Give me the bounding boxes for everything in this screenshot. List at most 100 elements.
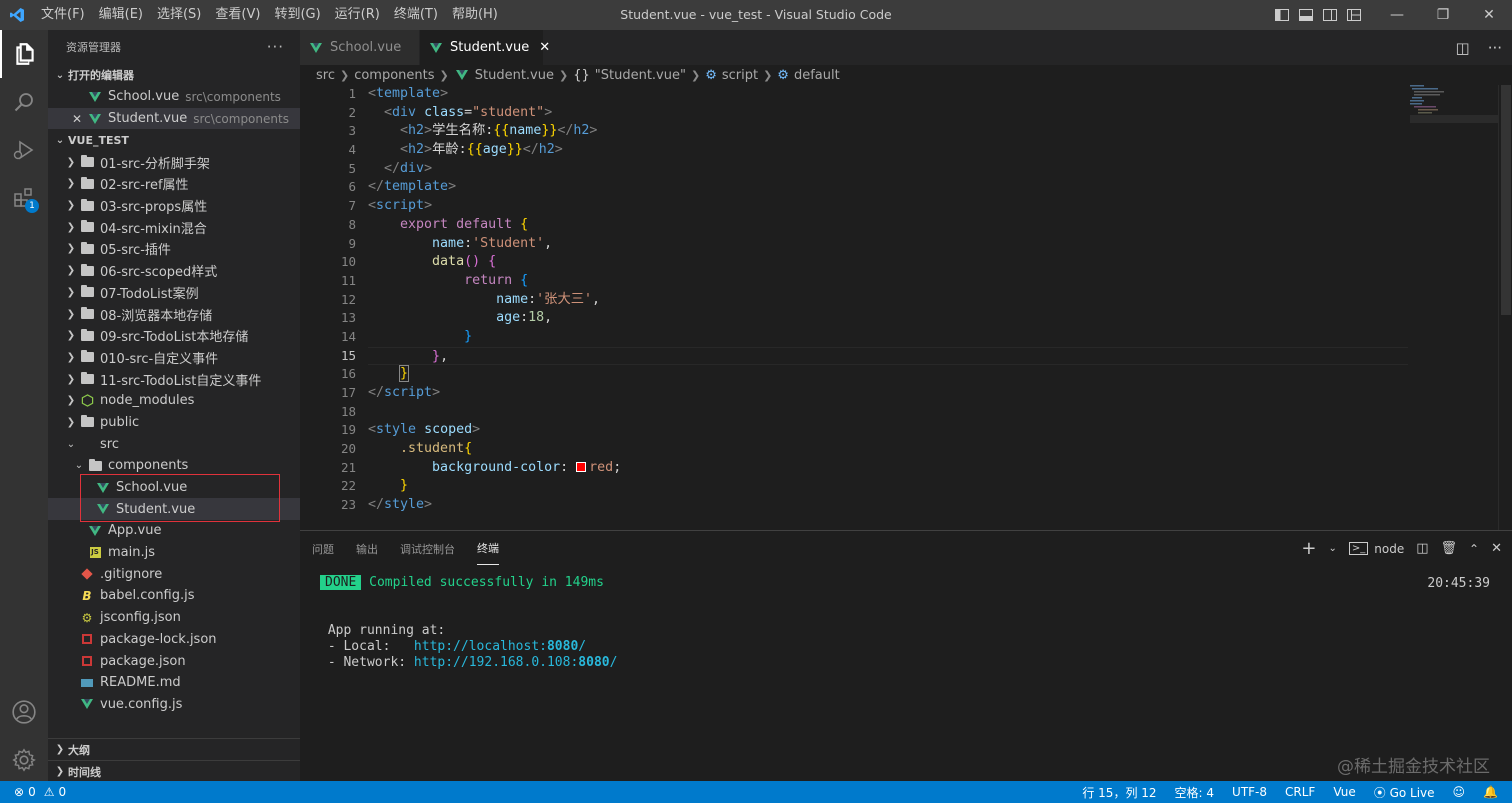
close-window-icon[interactable]: ✕ bbox=[1466, 0, 1512, 30]
tree-folder[interactable]: ❯ public bbox=[48, 412, 300, 434]
problems-status[interactable]: ⊗ 0 ⚠ 0 bbox=[0, 785, 66, 799]
close-tab-icon[interactable]: ✕ bbox=[539, 40, 550, 55]
tree-file[interactable]: vue.config.js bbox=[48, 694, 300, 716]
tree-file[interactable]: package.json bbox=[48, 650, 300, 672]
indentation[interactable]: 空格: 4 bbox=[1175, 784, 1215, 801]
outline-header[interactable]: ❯ 大纲 bbox=[48, 738, 300, 760]
color-swatch[interactable] bbox=[576, 461, 587, 472]
menu-view[interactable]: 查看(V) bbox=[208, 0, 267, 30]
tab-student-vue[interactable]: Student.vue ✕ bbox=[420, 30, 550, 65]
open-editors-header[interactable]: ⌄ 打开的编辑器 bbox=[48, 64, 300, 86]
terminal-output[interactable]: DONE Compiled successfully in 149ms App … bbox=[320, 575, 1490, 671]
close-editor-icon[interactable]: ✕ bbox=[72, 112, 86, 126]
project-header[interactable]: ⌄ VUE_TEST bbox=[48, 129, 300, 151]
maximize-panel-icon[interactable]: ⌃ bbox=[1469, 542, 1479, 556]
tree-file[interactable]: JS main.js bbox=[48, 542, 300, 564]
tree-file[interactable]: School.vue bbox=[48, 477, 300, 499]
editor-scrollbar[interactable] bbox=[1498, 85, 1512, 530]
minimize-icon[interactable]: — bbox=[1374, 0, 1420, 30]
tree-file[interactable]: package-lock.json bbox=[48, 629, 300, 651]
settings-gear-icon[interactable] bbox=[0, 736, 48, 784]
go-live-button[interactable]: ⦿ Go Live bbox=[1374, 784, 1435, 801]
menu-file[interactable]: 文件(F) bbox=[34, 0, 92, 30]
tab-school-vue[interactable]: School.vue bbox=[300, 30, 420, 65]
tree-file[interactable]: Bbabel.config.js bbox=[48, 585, 300, 607]
menu-edit[interactable]: 编辑(E) bbox=[92, 0, 150, 30]
open-editor-item[interactable]: School.vue src\components bbox=[48, 86, 300, 108]
menu-help[interactable]: 帮助(H) bbox=[445, 0, 505, 30]
trash-icon[interactable]: 🗑 bbox=[1441, 541, 1458, 556]
network-url[interactable]: http://192.168.0.108: bbox=[414, 655, 578, 670]
tree-folder[interactable]: ❯ 06-src-scoped样式 bbox=[48, 260, 300, 282]
tree-folder[interactable]: ⌄ src bbox=[48, 433, 300, 455]
new-terminal-icon[interactable]: + bbox=[1301, 538, 1316, 559]
menu-run[interactable]: 运行(R) bbox=[328, 0, 387, 30]
minimap[interactable] bbox=[1410, 85, 1498, 125]
tab-terminal[interactable]: 终端 bbox=[477, 532, 499, 565]
more-actions-icon[interactable]: ··· bbox=[267, 38, 284, 56]
tab-debug-console[interactable]: 调试控制台 bbox=[400, 533, 455, 565]
timeline-header[interactable]: ❯ 时间线 bbox=[48, 760, 300, 782]
restore-icon[interactable]: ❐ bbox=[1420, 0, 1466, 30]
run-debug-icon[interactable] bbox=[0, 126, 48, 174]
breadcrumb-components[interactable]: components bbox=[354, 68, 434, 83]
tree-folder[interactable]: ❯ 09-src-TodoList本地存储 bbox=[48, 325, 300, 347]
tree-folder[interactable]: ❯ 010-src-自定义事件 bbox=[48, 347, 300, 369]
breadcrumb-symbol[interactable]: "Student.vue" bbox=[595, 68, 686, 83]
menu-terminal[interactable]: 终端(T) bbox=[387, 0, 445, 30]
tree-folder[interactable]: ❯ 04-src-mixin混合 bbox=[48, 216, 300, 238]
split-terminal-icon[interactable]: ◫ bbox=[1416, 541, 1428, 556]
tree-folder[interactable]: ❯ 05-src-插件 bbox=[48, 238, 300, 260]
split-editor-icon[interactable]: ◫ bbox=[1456, 39, 1470, 57]
feedback-icon[interactable]: ☺ bbox=[1453, 785, 1466, 799]
tree-folder[interactable]: ❯ 01-src-分析脚手架 bbox=[48, 151, 300, 173]
network-url-tail[interactable]: / bbox=[610, 655, 618, 670]
tree-folder[interactable]: ❯ node_modules bbox=[48, 390, 300, 412]
close-panel-icon[interactable]: ✕ bbox=[1491, 541, 1502, 556]
local-port[interactable]: 8080 bbox=[547, 639, 578, 654]
search-icon[interactable] bbox=[0, 78, 48, 126]
customize-layout-icon[interactable] bbox=[1346, 7, 1362, 23]
extensions-icon[interactable]: 1 bbox=[0, 174, 48, 222]
tree-label: 07-TodoList案例 bbox=[100, 286, 199, 302]
breadcrumb-file[interactable]: Student.vue bbox=[475, 68, 554, 83]
breadcrumb-src[interactable]: src bbox=[316, 68, 335, 83]
menu-go[interactable]: 转到(G) bbox=[267, 0, 327, 30]
tab-problems[interactable]: 问题 bbox=[312, 533, 334, 565]
tree-file[interactable]: README.md bbox=[48, 672, 300, 694]
network-port[interactable]: 8080 bbox=[578, 655, 609, 670]
line-ending[interactable]: CRLF bbox=[1285, 785, 1315, 799]
tree-folder[interactable]: ⌄ components bbox=[48, 455, 300, 477]
open-editor-item[interactable]: ✕ Student.vue src\components bbox=[48, 107, 300, 130]
more-actions-icon[interactable]: ··· bbox=[1488, 39, 1502, 57]
scrollbar-thumb[interactable] bbox=[1501, 85, 1511, 315]
account-icon[interactable] bbox=[0, 688, 48, 736]
tree-file[interactable]: App.vue bbox=[48, 520, 300, 542]
tree-folder[interactable]: ❯ 03-src-props属性 bbox=[48, 195, 300, 217]
local-url[interactable]: http://localhost: bbox=[414, 639, 547, 654]
menu-selection[interactable]: 选择(S) bbox=[150, 0, 208, 30]
breadcrumb-script[interactable]: script bbox=[722, 68, 758, 83]
cursor-position[interactable]: 行 15，列 12 bbox=[1082, 784, 1156, 801]
tab-output[interactable]: 输出 bbox=[356, 533, 378, 565]
encoding[interactable]: UTF-8 bbox=[1232, 785, 1267, 799]
terminal-name[interactable]: node bbox=[1374, 542, 1404, 556]
language-mode[interactable]: Vue bbox=[1333, 785, 1355, 799]
code-editor[interactable]: 1 2 3 4 5 6 7 8 9 10 11 12 13 14 15 16 1… bbox=[300, 85, 1512, 530]
chevron-down-icon[interactable]: ⌄ bbox=[1328, 543, 1336, 554]
toggle-panel-icon[interactable] bbox=[1298, 7, 1314, 23]
tree-file[interactable]: ⚙ jsconfig.json bbox=[48, 607, 300, 629]
tree-file[interactable]: .gitignore bbox=[48, 563, 300, 585]
toggle-secondary-sidebar-icon[interactable] bbox=[1322, 7, 1338, 23]
tree-folder[interactable]: ❯ 11-src-TodoList自定义事件 bbox=[48, 368, 300, 390]
explorer-icon[interactable] bbox=[0, 30, 48, 78]
bell-icon[interactable]: 🔔 bbox=[1483, 785, 1498, 799]
local-url-tail[interactable]: / bbox=[578, 639, 586, 654]
tree-folder[interactable]: ❯ 08-浏览器本地存储 bbox=[48, 303, 300, 325]
tree-file[interactable]: Student.vue bbox=[48, 498, 300, 521]
breadcrumb-default[interactable]: default bbox=[794, 68, 840, 83]
toggle-sidebar-icon[interactable] bbox=[1274, 7, 1290, 23]
done-badge: DONE bbox=[320, 575, 362, 590]
tree-folder[interactable]: ❯ 07-TodoList案例 bbox=[48, 282, 300, 304]
tree-folder[interactable]: ❯ 02-src-ref属性 bbox=[48, 173, 300, 195]
